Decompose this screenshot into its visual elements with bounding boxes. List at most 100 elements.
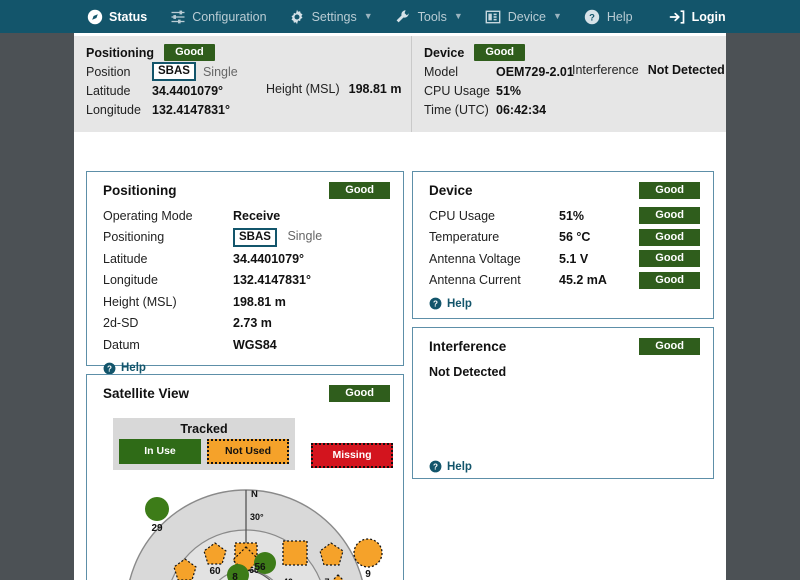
antenna-voltage-label: Antenna Voltage bbox=[429, 251, 521, 266]
temperature-status-badge: Good bbox=[639, 228, 700, 246]
summary-model-value: OEM729-2.01 bbox=[496, 64, 574, 79]
summary-height-value: 198.81 m bbox=[348, 82, 402, 96]
row-temperature: Temperature 56 °C Good bbox=[429, 227, 700, 249]
main-content-panel: Positioning Good Position SBAS Single La… bbox=[74, 33, 726, 580]
nav-item-help[interactable]: ? Help bbox=[584, 0, 633, 33]
summary-time-value: 06:42:34 bbox=[496, 102, 547, 117]
summary-positioning: Positioning Good Position SBAS Single La… bbox=[74, 36, 412, 132]
satellite-skyplot[interactable]: N 30° 60 40 E 29 60 13 33 bbox=[87, 475, 404, 580]
card-interference-header: Interference Good bbox=[413, 328, 713, 357]
legend-not-used[interactable]: Not Used bbox=[207, 439, 289, 465]
summary-interference-label: Interference bbox=[572, 63, 639, 77]
row-interference-state: Not Detected bbox=[429, 361, 700, 383]
2d-sd-label: 2d-SD bbox=[103, 316, 139, 331]
skyplot-label-north: N bbox=[251, 489, 258, 500]
summary-row-time: Time (UTC) 06:42:34 bbox=[424, 100, 726, 119]
antenna-current-status-badge: Good bbox=[639, 271, 700, 289]
card-device-header: Device Good bbox=[413, 172, 713, 201]
help-circle-icon: ? bbox=[429, 460, 442, 473]
temperature-label: Temperature bbox=[429, 230, 500, 245]
legend-missing[interactable]: Missing bbox=[311, 443, 393, 469]
nav-label-help: Help bbox=[606, 9, 633, 24]
summary-device-header: Device Good bbox=[424, 43, 726, 62]
nav-label-status: Status bbox=[109, 9, 148, 24]
device-help-link[interactable]: ? Help bbox=[429, 297, 700, 310]
card-device: Device Good CPU Usage 51% Good Temperatu… bbox=[412, 171, 714, 319]
nav-label-configuration: Configuration bbox=[192, 9, 267, 24]
interference-value: Not Detected bbox=[429, 364, 507, 379]
antenna-voltage-status-badge: Good bbox=[639, 250, 700, 268]
satellite-label-29: 29 bbox=[151, 523, 163, 534]
positioning-help-link[interactable]: ? Help bbox=[103, 362, 390, 375]
summary-height: Height (MSL) 198.81 m bbox=[266, 82, 401, 96]
row-operating-mode: Operating Mode Receive bbox=[103, 205, 390, 227]
latitude-label: Latitude bbox=[103, 251, 148, 266]
nav-item-configuration[interactable]: Configuration bbox=[169, 0, 267, 33]
operating-mode-label: Operating Mode bbox=[103, 208, 193, 223]
summary-device-status-badge: Good bbox=[474, 43, 526, 62]
satellite-legend: Tracked In Use Not Used Missing bbox=[87, 404, 403, 471]
summary-position-label: Position bbox=[86, 64, 131, 79]
summary-latitude-value: 34.4401079° bbox=[152, 83, 224, 98]
summary-longitude-value: 132.4147831° bbox=[152, 102, 230, 117]
positioning-mode-chip: SBAS bbox=[233, 227, 277, 248]
svg-text:?: ? bbox=[433, 300, 438, 309]
satellite-marker-60b[interactable] bbox=[282, 540, 308, 566]
nav-label-tools: Tools bbox=[417, 9, 447, 24]
nav-item-settings[interactable]: Settings ▼ bbox=[289, 0, 373, 33]
card-device-body: CPU Usage 51% Good Temperature 56 °C Goo… bbox=[413, 201, 713, 320]
nav-label-settings: Settings bbox=[311, 9, 357, 24]
satellite-marker-29[interactable] bbox=[145, 497, 169, 521]
nav-item-device[interactable]: Device ▼ bbox=[485, 0, 562, 33]
summary-height-label: Height (MSL) bbox=[266, 82, 340, 96]
nav-item-status[interactable]: Status bbox=[86, 0, 147, 33]
interference-help-link[interactable]: ? Help bbox=[429, 460, 472, 473]
row-2d-sd: 2d-SD 2.73 m bbox=[103, 313, 390, 335]
summary-latitude-label: Latitude bbox=[86, 83, 131, 98]
skyplot-label-elev-30: 30° bbox=[250, 512, 264, 522]
nav-item-login[interactable]: Login bbox=[669, 0, 726, 33]
card-device-title: Device bbox=[429, 183, 473, 199]
chevron-down-icon: ▼ bbox=[552, 11, 562, 21]
satellite-label-56: 56 bbox=[254, 562, 266, 573]
card-interference: Interference Good Not Detected ? Help bbox=[412, 327, 714, 479]
summary-interference-value: Not Detected bbox=[647, 63, 725, 77]
row-height-msl: Height (MSL) 198.81 m bbox=[103, 291, 390, 313]
cpu-usage-status-badge: Good bbox=[639, 207, 700, 225]
legend-in-use[interactable]: In Use bbox=[119, 439, 201, 465]
positioning-mode-extra: Single bbox=[287, 228, 323, 243]
2d-sd-value: 2.73 m bbox=[233, 316, 272, 331]
sliders-icon bbox=[169, 8, 186, 25]
card-positioning-title: Positioning bbox=[103, 183, 177, 199]
question-circle-icon: ? bbox=[584, 8, 601, 25]
card-positioning-header: Positioning Good bbox=[87, 172, 403, 201]
summary-position-extra: Single bbox=[202, 64, 238, 79]
card-positioning-status-badge: Good bbox=[329, 182, 390, 200]
nav-item-tools[interactable]: Tools ▼ bbox=[395, 0, 463, 33]
tracked-legend-group: Tracked In Use Not Used bbox=[113, 418, 295, 471]
summary-bar: Positioning Good Position SBAS Single La… bbox=[74, 36, 726, 132]
latitude-value: 34.4401079° bbox=[233, 251, 305, 266]
satellite-marker-9[interactable] bbox=[353, 538, 383, 568]
antenna-voltage-value: 5.1 V bbox=[559, 251, 589, 266]
svg-text:?: ? bbox=[590, 12, 596, 23]
tracked-legend-buttons: In Use Not Used bbox=[119, 439, 289, 465]
summary-time-label: Time (UTC) bbox=[424, 102, 489, 117]
row-positioning-mode: Positioning SBAS Single bbox=[103, 227, 390, 249]
cpu-usage-value: 51% bbox=[559, 208, 585, 223]
svg-text:?: ? bbox=[433, 463, 438, 472]
summary-longitude-label: Longitude bbox=[86, 102, 141, 117]
temperature-value: 56 °C bbox=[559, 230, 591, 245]
summary-model-label: Model bbox=[424, 64, 459, 79]
summary-interference: Interference Not Detected bbox=[572, 63, 725, 77]
row-antenna-voltage: Antenna Voltage 5.1 V Good bbox=[429, 248, 700, 270]
row-antenna-current: Antenna Current 45.2 mA Good bbox=[429, 270, 700, 292]
login-arrow-icon bbox=[669, 8, 686, 25]
card-interference-status-badge: Good bbox=[639, 338, 700, 356]
device-icon bbox=[485, 8, 502, 25]
card-device-status-badge: Good bbox=[639, 182, 700, 200]
card-interference-title: Interference bbox=[429, 339, 507, 355]
antenna-current-label: Antenna Current bbox=[429, 273, 521, 288]
summary-cpu-label: CPU Usage bbox=[424, 83, 490, 98]
wrench-icon bbox=[395, 8, 412, 25]
